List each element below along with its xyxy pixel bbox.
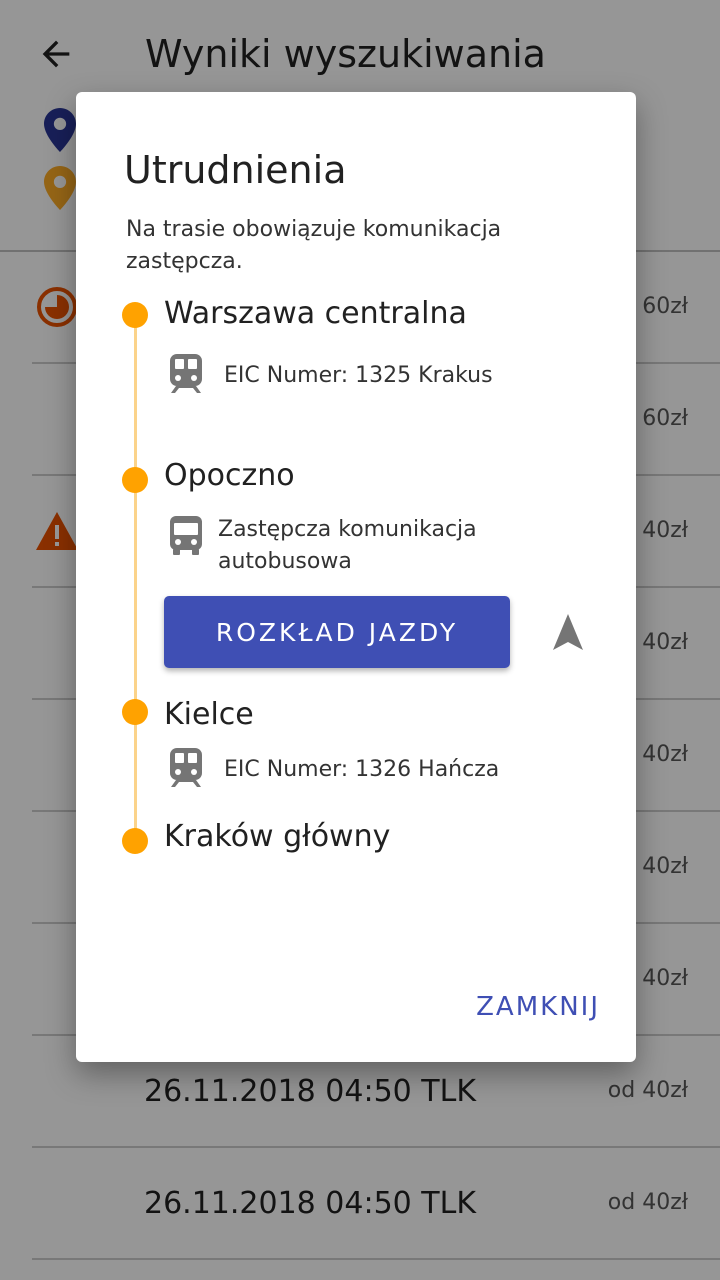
leg-text: Zastępcza komunikacja autobusowa xyxy=(218,514,477,578)
close-button[interactable]: ZAMKNIJ xyxy=(476,992,600,1022)
schedule-button[interactable]: ROZKŁAD JAZDY xyxy=(164,596,510,668)
leg-text: EIC Numer: 1325 Krakus xyxy=(224,363,493,388)
stop-dot xyxy=(122,699,148,725)
dialog-message: Na trasie obowiązuje komunikacja zastępc… xyxy=(126,217,502,274)
stop-name: Opoczno xyxy=(164,458,295,493)
stop-name: Warszawa centralna xyxy=(164,296,467,331)
leg-text-line: Zastępcza komunikacja xyxy=(218,517,477,542)
route-timeline xyxy=(134,314,137,842)
leg-text: EIC Numer: 1326 Hańcza xyxy=(224,757,500,782)
disruptions-dialog: Utrudnienia Na trasie obowiązuje komunik… xyxy=(76,92,636,1062)
bus-icon xyxy=(168,516,204,556)
leg-text-line: autobusowa xyxy=(218,549,352,574)
stop-name: Kraków główny xyxy=(164,819,391,854)
navigation-arrow-icon[interactable] xyxy=(550,612,586,652)
stop-dot xyxy=(122,467,148,493)
train-icon xyxy=(168,748,204,788)
stop-dot xyxy=(122,828,148,854)
train-icon xyxy=(168,354,204,394)
stop-dot xyxy=(122,302,148,328)
stop-name: Kielce xyxy=(164,697,254,732)
dialog-title: Utrudnienia xyxy=(124,148,347,192)
